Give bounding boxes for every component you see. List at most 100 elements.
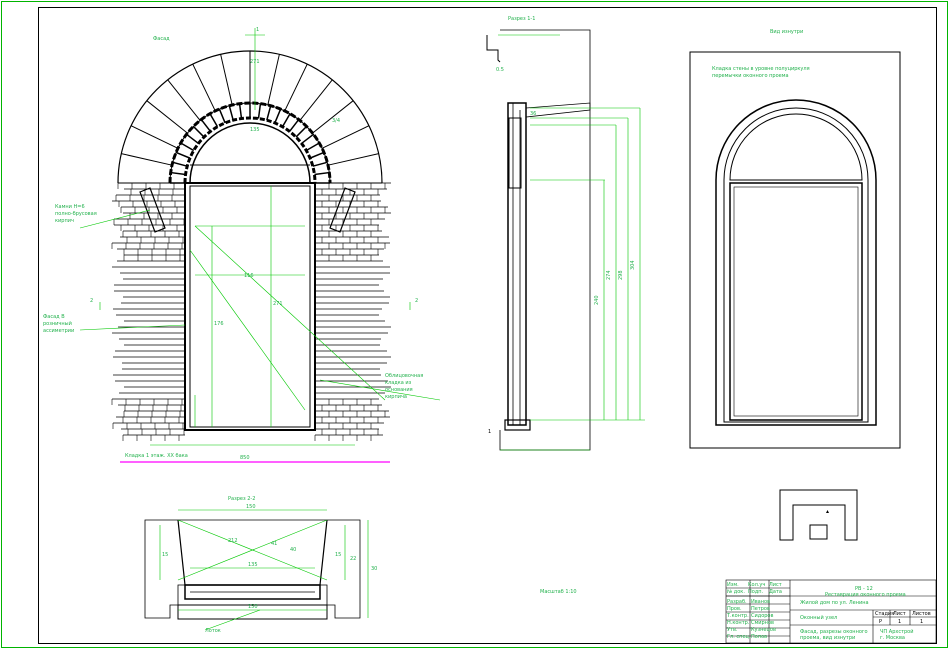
tb-stage: Р (879, 619, 882, 625)
s2-top: 150 (246, 504, 256, 510)
arch-brick-joint (228, 105, 234, 121)
arch-brick-joint (170, 171, 186, 176)
dim-arch-side: 3/4 (332, 118, 340, 124)
cad-drawing: Фасад 1 271 3/4 135 116 271 176 850 2 2 … (1, 1, 948, 648)
inside-note-2: перемычки оконного проема (712, 73, 789, 79)
tb-org-line2: г. Москва (880, 635, 905, 641)
section-1-frame-top (508, 117, 522, 189)
tb-name: Иванов (751, 599, 770, 605)
section-1-title: Разрез 1-1 (508, 16, 535, 22)
voussoir-joint (327, 153, 379, 166)
arch-brick-joint (281, 113, 291, 128)
inside-arch-fan (729, 113, 863, 181)
tb-change-header: № док. (727, 589, 745, 595)
arch-brick-joint (266, 105, 272, 121)
right-note-4: кирпича (385, 394, 407, 400)
brick-wall-right (314, 182, 391, 441)
arch-brick-joint (218, 108, 226, 124)
s1-d3: 298 (618, 270, 624, 280)
right-note-1: Облицовочная (385, 373, 423, 379)
lintel-note: Лоток (205, 628, 221, 634)
arch-brick-joint (209, 113, 219, 128)
section-1-top-step (486, 35, 501, 63)
tb-stage-label: Стадия (875, 611, 894, 617)
s2-d1: 212 (228, 538, 238, 544)
s1-top-mark: 0.5 (496, 67, 504, 73)
outer-frame (1, 1, 948, 648)
section-1-wall-outline (499, 29, 591, 451)
dim-lower-height: 176 (214, 321, 224, 327)
arch-brick-joint (301, 133, 314, 145)
dim-bottom: 850 (240, 455, 250, 461)
tb-name: Кузнецов (751, 627, 776, 633)
tb-name: Смирнов (751, 620, 774, 626)
inside-arch-mid (723, 107, 869, 423)
plaster-note-3: ассиметрии (43, 328, 74, 334)
tb-change-header: Дата (769, 589, 782, 595)
s2-d3: 40 (290, 547, 296, 553)
inside-window-sash (729, 182, 863, 421)
arch-brick-joint (257, 103, 262, 119)
tb-name: Сидоров (751, 613, 773, 619)
arch-brick-joint (309, 151, 325, 159)
s2-bottom: 150 (248, 604, 258, 610)
voussoir-joint (312, 100, 354, 134)
s2-side-right: 15 (335, 552, 341, 558)
plaster-note-1: Фасад В (43, 314, 65, 320)
right-note-2: кладка из (385, 380, 412, 386)
dim-arch-inner: 135 (250, 127, 260, 133)
voussoir-joint (267, 54, 280, 106)
s2-inner: 135 (248, 562, 258, 568)
arch-brick-joint (200, 119, 212, 132)
right-note-3: основания (385, 387, 413, 393)
voussoir-joint (192, 63, 216, 112)
section-2-dimensions (159, 509, 369, 631)
dim-top-grid: 1 (256, 27, 259, 33)
grid-mark-left: 2 (90, 298, 93, 304)
tb-role: Пров. (727, 606, 742, 612)
tb-name: Петров (751, 606, 770, 612)
dim-arch-top: 271 (250, 59, 260, 65)
voussoir-joint (121, 153, 173, 166)
profile-detail (779, 489, 858, 541)
tb-building: Жилой дом по ул. Ленина (800, 599, 869, 606)
voussoir-joint (146, 100, 188, 134)
arch-brick-joint (175, 151, 191, 159)
tb-role: Т.контр. (726, 613, 749, 619)
s1-d1: 240 (594, 295, 600, 305)
brick-wall-left (111, 182, 185, 441)
grid-mark-right: 2 (415, 298, 418, 304)
section-2-jambs (177, 519, 328, 586)
tb-change-header: Кол.уч (748, 582, 765, 588)
arch-brick-joint (274, 108, 282, 124)
tb-change-header: Изм. (727, 582, 739, 588)
voussoir-joint (299, 79, 333, 121)
tb-sheets: 1 (920, 619, 923, 625)
arch-brick-joint (312, 161, 328, 167)
tb-change-header: Лист (769, 582, 782, 588)
tb-sheet: 1 (898, 619, 901, 625)
facade-title: Фасад (153, 36, 170, 42)
s2-depth: 30 (371, 566, 377, 572)
inside-view-title: Вид изнутри (770, 29, 803, 35)
tb-name: Попов (751, 634, 767, 640)
s2-side-left: 15 (162, 552, 168, 558)
arch-brick-joint (192, 125, 205, 138)
dim-opening-height: 271 (273, 301, 283, 307)
s1-d2: 274 (606, 270, 612, 280)
section-1-view: Разрез 1-1 0.5 36 240 274 298 304 1 (486, 16, 645, 451)
voussoir-joint (284, 63, 308, 112)
arch-brick-joint (180, 142, 195, 152)
s2-right: 22 (350, 556, 356, 562)
arch-brick-joint (288, 119, 300, 132)
voussoir-joint (130, 125, 179, 149)
inside-view: Вид изнутри Кладка стены в уровне полуци… (689, 29, 901, 541)
stone-note-2: полно-брусовая (55, 211, 97, 217)
tb-drawing-line2: проема, вид изнутри (800, 635, 855, 641)
section-1-wall-thick (507, 102, 527, 426)
tb-change-header: Подп. (748, 589, 764, 595)
tb-sheets-label: Листов (912, 611, 931, 617)
arch-brick-joint (295, 125, 308, 138)
section-2-title: Разрез 2-2 (228, 496, 255, 502)
arch-brick-joint (238, 103, 243, 119)
